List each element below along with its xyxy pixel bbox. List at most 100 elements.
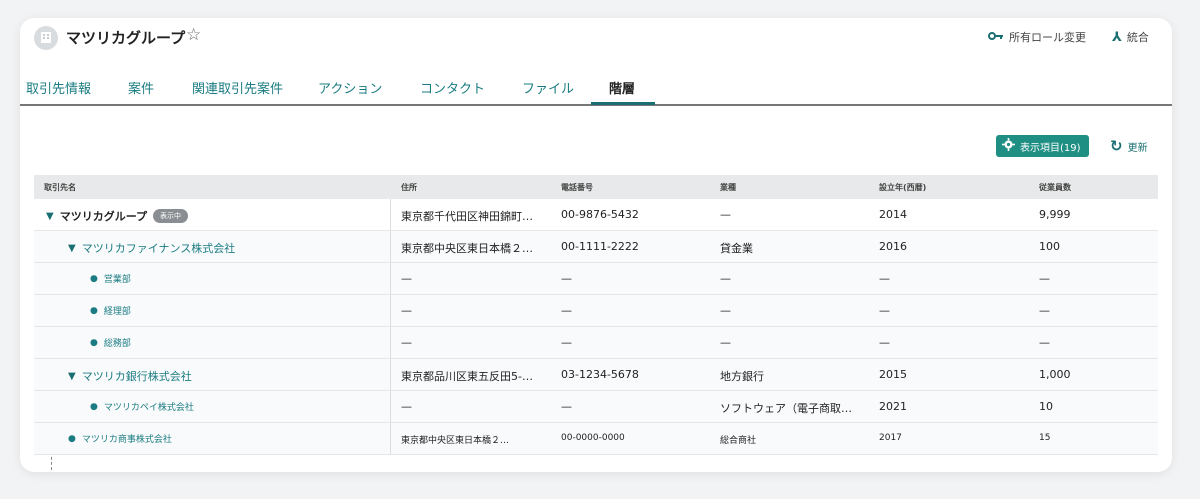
founded-cell: —	[879, 304, 890, 317]
bullet-icon: ●	[68, 433, 76, 444]
employees-cell: 100	[1039, 240, 1060, 253]
star-outline-icon[interactable]: ☆	[186, 25, 201, 45]
industry-cell: 貸金業	[720, 242, 753, 255]
refresh-button[interactable]: ↻ 更新	[1110, 137, 1148, 155]
col-header-account-name[interactable]: 取引先名	[44, 182, 76, 193]
founded-cell: 2021	[879, 400, 907, 413]
account-name-cell[interactable]: ▼ マツリカグループ 表示中	[46, 208, 189, 224]
col-header-employees[interactable]: 従業員数	[1039, 182, 1071, 193]
tab-hierarchy[interactable]: 階層	[609, 78, 635, 97]
collapse-triangle-icon[interactable]: ▼	[46, 211, 54, 222]
collapse-triangle-icon[interactable]: ▼	[68, 371, 76, 382]
industry-cell: —	[720, 208, 731, 221]
merge-icon: ⅄	[1112, 29, 1122, 45]
tab-bar: 取引先情報 案件 関連取引先案件 アクション コンタクト ファイル 階層	[20, 74, 1172, 106]
bullet-icon: ●	[90, 401, 98, 412]
change-owner-role-label: 所有ロール変更	[1009, 31, 1086, 44]
table-row[interactable]: ▼ マツリカファイナンス株式会社 東京都中央区東日本橋２… 00-1111-22…	[34, 231, 1158, 263]
display-columns-button[interactable]: 表示項目(19)	[996, 135, 1089, 157]
address-cell: 東京都品川区東五反田5-…	[401, 370, 533, 383]
bullet-icon: ●	[90, 273, 98, 284]
active-tab-indicator	[591, 102, 655, 105]
col-header-founded[interactable]: 設立年(西暦)	[879, 182, 926, 193]
phone-cell: 00-0000-0000	[561, 433, 625, 443]
founded-cell: —	[879, 272, 890, 285]
account-name-cell[interactable]: ● マツリカペイ株式会社	[90, 400, 194, 414]
bullet-icon: ●	[90, 305, 98, 316]
phone-cell: 00-9876-5432	[561, 208, 639, 221]
table-row[interactable]: ● マツリカペイ株式会社 — — ソフトウェア（電子商取… 2021 10	[34, 391, 1158, 423]
table-row[interactable]: ▼ マツリカ銀行株式会社 東京都品川区東五反田5-… 03-1234-5678 …	[34, 359, 1158, 391]
col-header-industry[interactable]: 業種	[720, 182, 736, 193]
employees-cell: —	[1039, 304, 1050, 317]
address-cell: 東京都千代田区神田錦町…	[401, 210, 533, 223]
account-logo	[34, 26, 58, 50]
change-owner-role-button[interactable]: 所有ロール変更	[988, 29, 1086, 45]
employees-cell: 15	[1039, 433, 1051, 443]
industry-cell: —	[720, 304, 731, 317]
col-header-address[interactable]: 住所	[401, 182, 417, 193]
phone-cell: —	[561, 400, 572, 413]
phone-cell: 03-1234-5678	[561, 368, 639, 381]
table-row[interactable]: ● 経理部 — — — — —	[34, 295, 1158, 327]
address-cell: —	[401, 304, 412, 317]
table-row[interactable]: ● 総務部 — — — — —	[34, 327, 1158, 359]
account-name-cell[interactable]: ● 営業部	[90, 272, 131, 286]
founded-cell: 2017	[879, 433, 902, 443]
table-row[interactable]: ● マツリカ商事株式会社 東京都中央区東日本橋２… 00-0000-0000 総…	[34, 423, 1158, 455]
industry-cell: —	[720, 272, 731, 285]
phone-cell: —	[561, 272, 572, 285]
merge-label: 統合	[1126, 31, 1149, 44]
address-cell: —	[401, 336, 412, 349]
hierarchy-table: 取引先名 住所 電話番号 業種 設立年(西暦) 従業員数 ▼ マツリカグループ …	[34, 175, 1158, 472]
refresh-label: 更新	[1127, 142, 1148, 154]
tab-deals[interactable]: 案件	[128, 78, 154, 97]
founded-cell: —	[879, 336, 890, 349]
tab-related-deals[interactable]: 関連取引先案件	[192, 78, 283, 97]
display-columns-label: 表示項目(19)	[1020, 142, 1081, 154]
employees-cell: 10	[1039, 400, 1053, 413]
building-icon	[39, 29, 53, 48]
table-header: 取引先名 住所 電話番号 業種 設立年(西暦) 従業員数	[34, 175, 1158, 199]
key-icon	[988, 30, 1004, 45]
account-name-cell[interactable]: ▼ マツリカファイナンス株式会社	[68, 240, 235, 256]
employees-cell: 9,999	[1039, 208, 1071, 221]
address-cell: —	[401, 272, 412, 285]
gear-icon	[1002, 138, 1015, 154]
tab-actions[interactable]: アクション	[318, 78, 382, 97]
employees-cell: 1,000	[1039, 368, 1071, 381]
industry-cell: 総合商社	[720, 436, 757, 446]
table-row[interactable]: ● 営業部 — — — — —	[34, 263, 1158, 295]
account-name-cell[interactable]: ● 総務部	[90, 336, 131, 350]
account-name-cell[interactable]: ● 経理部	[90, 304, 131, 318]
address-cell: —	[401, 400, 412, 413]
refresh-icon: ↻	[1110, 137, 1123, 155]
collapse-triangle-icon[interactable]: ▼	[68, 243, 76, 254]
founded-cell: 2016	[879, 240, 907, 253]
account-name-cell[interactable]: ▼ マツリカ銀行株式会社	[68, 368, 192, 384]
account-detail-card: マツリカグループ ☆ 所有ロール変更 ⅄ 統合 取引先情報 案件 関連取引先案件…	[20, 18, 1172, 472]
industry-cell: —	[720, 336, 731, 349]
employees-cell: —	[1039, 272, 1050, 285]
tab-files[interactable]: ファイル	[522, 78, 574, 97]
industry-cell: ソフトウェア（電子商取…	[720, 402, 852, 415]
founded-cell: 2015	[879, 368, 907, 381]
account-name-cell[interactable]: ● マツリカ商事株式会社	[68, 432, 172, 446]
table-row[interactable]: ▼ マツリカグループ 表示中 東京都千代田区神田錦町… 00-9876-5432…	[34, 199, 1158, 231]
page-header: マツリカグループ ☆ 所有ロール変更 ⅄ 統合	[20, 18, 1172, 60]
status-badge: 表示中	[153, 209, 189, 223]
page-title: マツリカグループ	[66, 29, 186, 47]
col-header-phone[interactable]: 電話番号	[561, 182, 593, 193]
phone-cell: —	[561, 304, 572, 317]
tab-account-info[interactable]: 取引先情報	[26, 78, 91, 97]
founded-cell: 2014	[879, 208, 907, 221]
tab-contacts[interactable]: コンタクト	[420, 78, 485, 97]
employees-cell: —	[1039, 336, 1050, 349]
address-cell: 東京都中央区東日本橋２…	[401, 242, 533, 255]
address-cell: 東京都中央区東日本橋２…	[401, 436, 510, 446]
phone-cell: 00-1111-2222	[561, 240, 639, 253]
bullet-icon: ●	[90, 337, 98, 348]
industry-cell: 地方銀行	[720, 370, 764, 383]
phone-cell: —	[561, 336, 572, 349]
merge-button[interactable]: ⅄ 統合	[1112, 29, 1149, 45]
